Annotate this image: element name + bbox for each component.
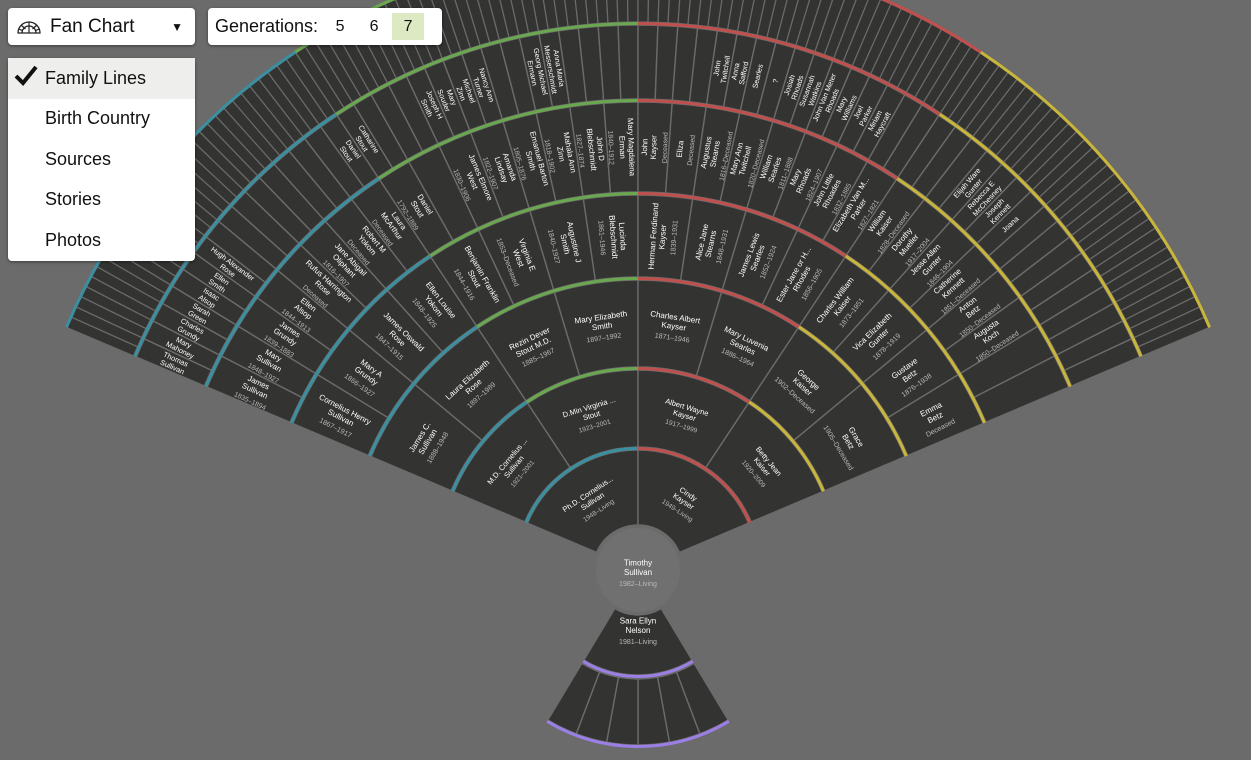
generation-option-6[interactable]: 6 [358, 13, 390, 40]
root-person-label: TimothySullivan 1982–Living [619, 559, 657, 588]
menu-item-stories[interactable]: Stories [8, 180, 195, 221]
generation-option-5[interactable]: 5 [324, 13, 356, 40]
menu-item-label: Sources [45, 148, 112, 169]
family-line-arc [578, 23, 599, 29]
spouse-fan: Sara EllynNelson 1981–Living [546, 607, 730, 748]
check-icon [14, 64, 38, 91]
menu-item-sources[interactable]: Sources [8, 139, 195, 180]
menu-item-label: Photos [45, 229, 102, 250]
family-line-arc [597, 22, 619, 27]
person-name: Sara Ellyn [620, 617, 656, 626]
menu-item-label: Family Lines [45, 67, 147, 88]
menu-item-family-lines[interactable]: Family Lines [8, 58, 195, 99]
generation-option-7[interactable]: 7 [392, 13, 425, 40]
person-name: Eliza [675, 140, 686, 158]
family-line-arc [677, 23, 698, 29]
person-name: Kayser [657, 224, 668, 250]
person-name: Kayser [649, 135, 659, 160]
family-line-arc [657, 22, 679, 27]
family-line-arc [603, 99, 639, 104]
ancestor-cell[interactable] [626, 0, 639, 23]
person-dates: 1981–Living [619, 639, 657, 646]
chart-type-label: Fan Chart [50, 15, 135, 37]
family-line-arc [637, 99, 673, 104]
person-dates: 1840–1912 [606, 130, 614, 165]
person-dates: Deceased [662, 132, 670, 163]
color-mode-menu: Family Lines Birth Country Sources Stori… [8, 58, 195, 261]
person-name: Erman [617, 136, 627, 159]
person-dates: 1982–Living [619, 581, 657, 588]
person-name: Sullivan [624, 568, 652, 577]
menu-item-label: Birth Country [45, 108, 151, 129]
menu-item-photos[interactable]: Photos [8, 220, 195, 261]
generations-label: Generations: [215, 16, 319, 36]
chart-type-dropdown[interactable]: Fan Chart ▼ [8, 8, 195, 45]
person-name: Timothy [624, 559, 652, 568]
ancestor-cell[interactable] [617, 24, 639, 101]
caret-down-icon: ▼ [171, 19, 183, 34]
fan-chart-icon [16, 17, 42, 37]
generations-selector: Generations: 5 6 7 [208, 8, 442, 45]
person-name: Nelson [626, 626, 651, 635]
menu-item-birth-country[interactable]: Birth Country [8, 99, 195, 140]
menu-item-label: Stories [45, 189, 102, 210]
